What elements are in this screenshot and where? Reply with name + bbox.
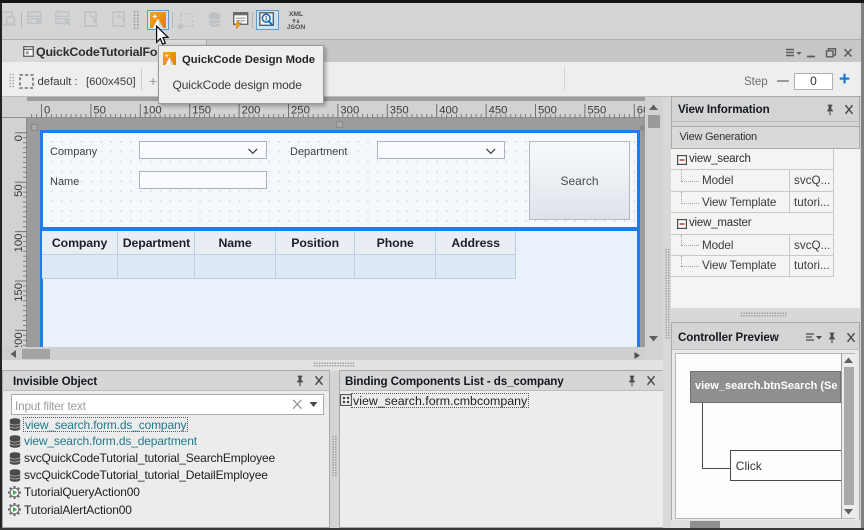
- svg-text:400: 400: [439, 105, 458, 117]
- svg-text:550: 550: [587, 105, 606, 117]
- svg-text:0: 0: [44, 105, 50, 117]
- svg-text:150: 150: [13, 283, 25, 302]
- svg-text:500: 500: [538, 105, 557, 117]
- svg-text:50: 50: [93, 105, 106, 117]
- svg-text:300: 300: [340, 105, 359, 117]
- svg-text:100: 100: [143, 105, 162, 117]
- svg-text:350: 350: [390, 105, 409, 117]
- svg-text:600: 600: [637, 105, 645, 117]
- svg-text:200: 200: [242, 105, 261, 117]
- svg-text:100: 100: [13, 234, 25, 253]
- svg-text:0: 0: [13, 135, 25, 141]
- svg-text:50: 50: [13, 184, 25, 197]
- svg-text:150: 150: [192, 105, 211, 117]
- svg-text:200: 200: [13, 332, 25, 347]
- svg-text:250: 250: [291, 105, 310, 117]
- svg-text:450: 450: [489, 105, 508, 117]
